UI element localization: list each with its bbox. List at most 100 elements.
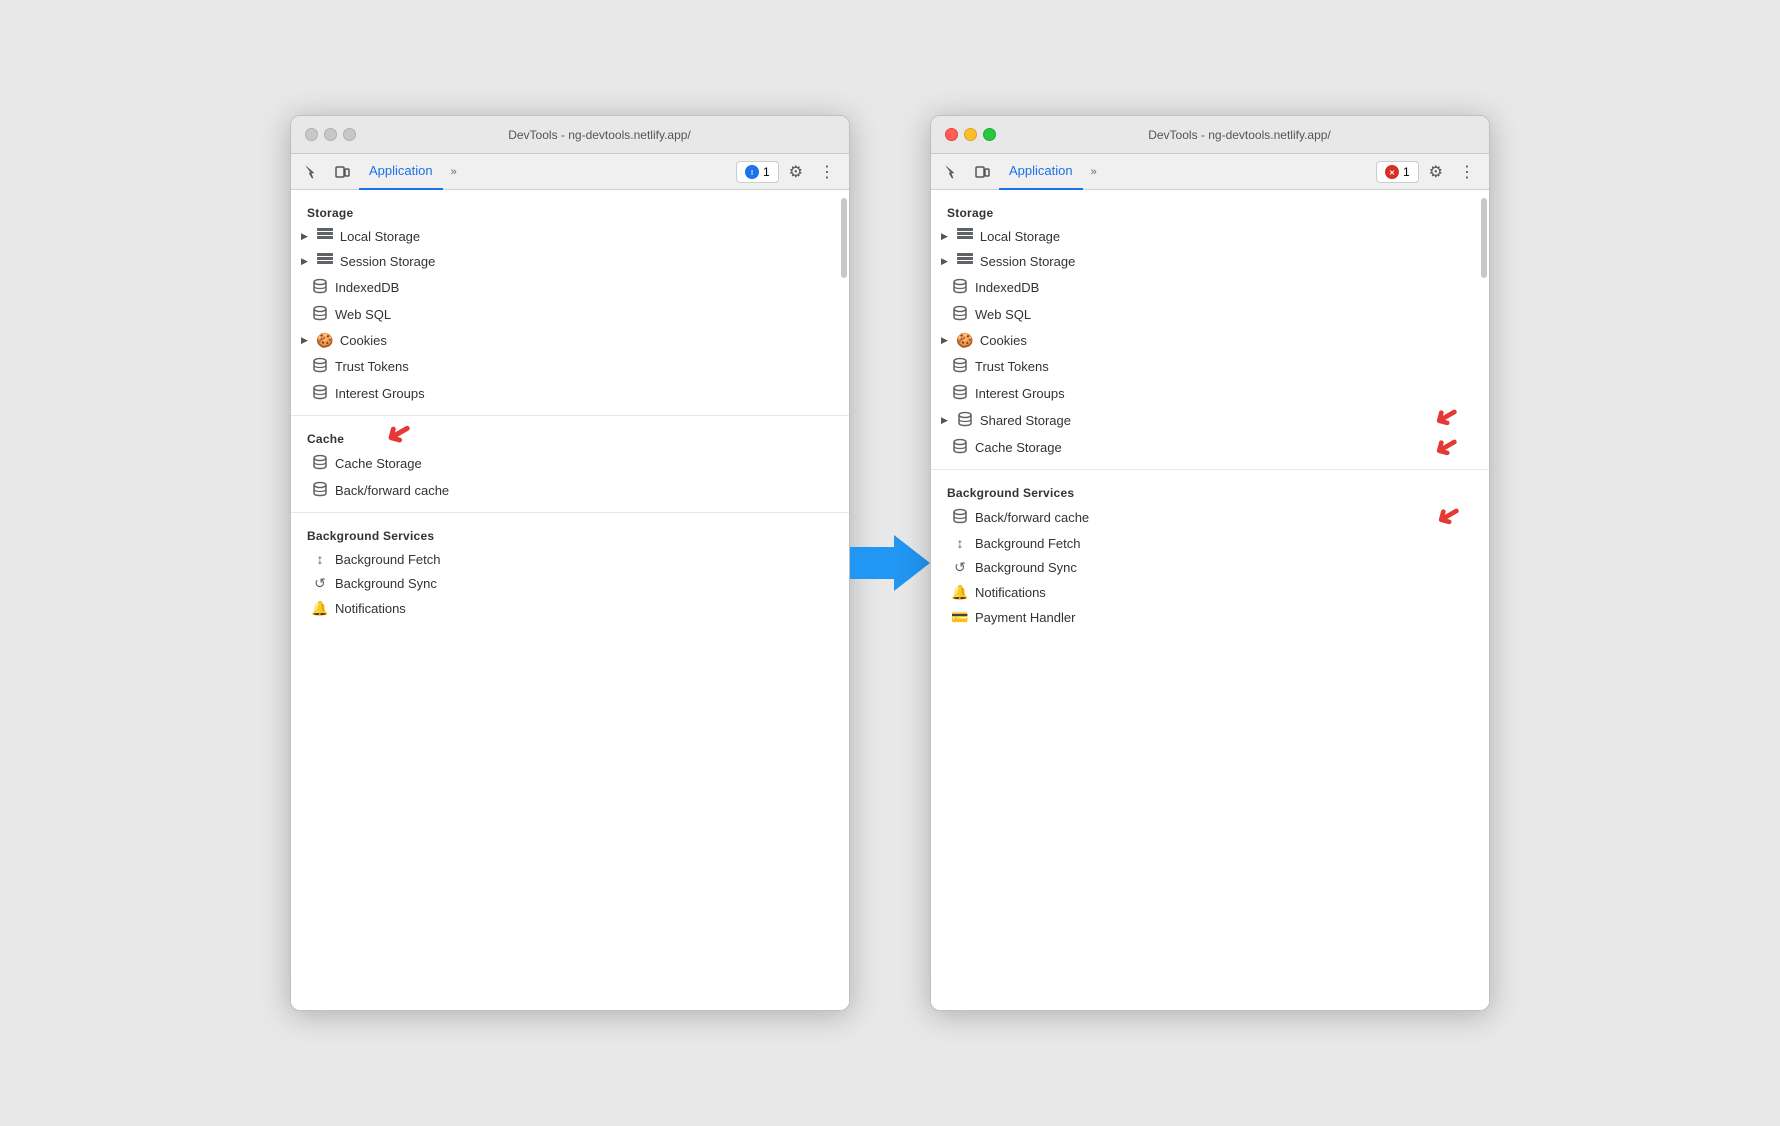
right-bg-fetch-item[interactable]: ↕ Background Fetch — [931, 531, 1489, 555]
right-bg-sync-icon: ↺ — [951, 559, 969, 576]
right-payment-handler-item[interactable]: 💳 Payment Handler — [931, 605, 1489, 630]
right-application-tab[interactable]: Application — [999, 154, 1083, 190]
right-maximize-button[interactable] — [983, 128, 996, 141]
left-session-storage-label: Session Storage — [340, 254, 435, 269]
right-notifications-icon: 🔔 — [951, 584, 969, 601]
left-indexeddb-icon — [311, 278, 329, 297]
left-bg-fetch-item[interactable]: ↕ Background Fetch — [291, 547, 849, 571]
right-backforward-cache-item[interactable]: Back/forward cache — [931, 504, 1489, 531]
left-scrollbar[interactable] — [841, 198, 847, 278]
right-minimize-button[interactable] — [964, 128, 977, 141]
left-interest-groups-item[interactable]: Interest Groups — [291, 380, 849, 407]
left-cookies-item[interactable]: ▶ 🍪 Cookies — [291, 328, 849, 353]
right-more-menu-icon[interactable]: ⋮ — [1453, 158, 1481, 186]
left-more-tabs-icon[interactable]: » — [447, 162, 461, 182]
left-websql-icon — [311, 305, 329, 324]
right-devtools-window: DevTools - ng-devtools.netlify.app/ Appl… — [930, 115, 1490, 1011]
right-scrollbar[interactable] — [1481, 198, 1487, 278]
left-local-storage-item[interactable]: ▶ Local Storage — [291, 224, 849, 249]
right-cache-storage-label: Cache Storage — [975, 440, 1062, 455]
left-badge-count: 1 — [763, 165, 770, 179]
right-sidebar: Storage ▶ Local Storage ▶ Session Storag… — [931, 190, 1489, 638]
left-panel-content: Storage ▶ Local Storage ▶ Session Storag… — [291, 190, 849, 1010]
right-interest-groups-label: Interest Groups — [975, 386, 1065, 401]
right-websql-item[interactable]: Web SQL — [931, 301, 1489, 328]
left-bg-fetch-label: Background Fetch — [335, 552, 441, 567]
right-close-button[interactable] — [945, 128, 958, 141]
blue-arrow-head — [894, 535, 930, 591]
left-trust-tokens-item[interactable]: Trust Tokens — [291, 353, 849, 380]
svg-text:!: ! — [751, 170, 753, 177]
left-session-storage-item[interactable]: ▶ Session Storage — [291, 249, 849, 274]
right-indexeddb-item[interactable]: IndexedDB — [931, 274, 1489, 301]
left-minimize-button[interactable] — [324, 128, 337, 141]
right-trust-tokens-label: Trust Tokens — [975, 359, 1049, 374]
right-cache-storage-icon — [951, 438, 969, 457]
left-issues-badge[interactable]: ! 1 — [736, 161, 779, 183]
left-notifications-icon: 🔔 — [311, 600, 329, 617]
left-settings-icon[interactable]: ⚙ — [783, 158, 809, 186]
right-panel-content: Storage ▶ Local Storage ▶ Session Storag… — [931, 190, 1489, 1010]
left-cache-storage-item[interactable]: Cache Storage — [291, 450, 849, 477]
right-interest-groups-icon — [951, 384, 969, 403]
right-session-storage-arrow: ▶ — [941, 256, 948, 267]
left-divider-2 — [291, 512, 849, 513]
right-interest-groups-item[interactable]: Interest Groups — [931, 380, 1489, 407]
right-cookies-icon: 🍪 — [956, 332, 974, 349]
right-session-storage-label: Session Storage — [980, 254, 1075, 269]
right-divider-1 — [931, 469, 1489, 470]
right-shared-storage-label: Shared Storage — [980, 413, 1071, 428]
right-local-storage-item[interactable]: ▶ Local Storage — [931, 224, 1489, 249]
left-bg-sync-item[interactable]: ↺ Background Sync — [291, 571, 849, 596]
right-indexeddb-label: IndexedDB — [975, 280, 1039, 295]
left-sidebar: Storage ▶ Local Storage ▶ Session Storag… — [291, 190, 849, 629]
left-cookies-icon: 🍪 — [316, 332, 334, 349]
left-title-bar: DevTools - ng-devtools.netlify.app/ — [291, 116, 849, 154]
right-title: DevTools - ng-devtools.netlify.app/ — [1004, 128, 1475, 142]
right-badge-icon: ✕ — [1385, 165, 1399, 179]
left-indexeddb-item[interactable]: IndexedDB — [291, 274, 849, 301]
left-bg-fetch-icon: ↕ — [311, 551, 329, 567]
right-cookies-item[interactable]: ▶ 🍪 Cookies — [931, 328, 1489, 353]
left-device-icon[interactable] — [329, 159, 355, 185]
right-inspect-icon[interactable] — [939, 159, 965, 185]
left-notifications-item[interactable]: 🔔 Notifications — [291, 596, 849, 621]
left-inspect-icon[interactable] — [299, 159, 325, 185]
right-badge-count: 1 — [1403, 165, 1410, 179]
right-device-icon[interactable] — [969, 159, 995, 185]
left-title: DevTools - ng-devtools.netlify.app/ — [364, 128, 835, 142]
left-more-menu-icon[interactable]: ⋮ — [813, 158, 841, 186]
right-more-tabs-icon[interactable]: » — [1087, 162, 1101, 182]
right-notifications-item[interactable]: 🔔 Notifications — [931, 580, 1489, 605]
blue-arrow-shape — [850, 535, 930, 591]
right-issues-badge[interactable]: ✕ 1 — [1376, 161, 1419, 183]
left-maximize-button[interactable] — [343, 128, 356, 141]
left-backforward-cache-item[interactable]: Back/forward cache — [291, 477, 849, 504]
left-cookies-arrow: ▶ — [301, 335, 308, 346]
right-bg-sync-item[interactable]: ↺ Background Sync — [931, 555, 1489, 580]
svg-text:✕: ✕ — [1389, 170, 1395, 177]
left-toolbar: Application » ! 1 ⚙ ⋮ — [291, 154, 849, 190]
right-cache-storage-item[interactable]: Cache Storage — [931, 434, 1489, 461]
right-trust-tokens-item[interactable]: Trust Tokens — [931, 353, 1489, 380]
left-cookies-label: Cookies — [340, 333, 387, 348]
left-websql-item[interactable]: Web SQL — [291, 301, 849, 328]
right-backforward-cache-icon — [951, 508, 969, 527]
left-cache-storage-icon — [311, 454, 329, 473]
right-settings-icon[interactable]: ⚙ — [1423, 158, 1449, 186]
left-websql-label: Web SQL — [335, 307, 391, 322]
right-payment-handler-icon: 💳 — [951, 609, 969, 626]
left-local-storage-icon — [316, 228, 334, 245]
left-trust-tokens-label: Trust Tokens — [335, 359, 409, 374]
right-backforward-cache-label: Back/forward cache — [975, 510, 1089, 525]
left-close-button[interactable] — [305, 128, 318, 141]
right-session-storage-item[interactable]: ▶ Session Storage — [931, 249, 1489, 274]
left-storage-header: Storage — [291, 198, 849, 224]
left-application-tab[interactable]: Application — [359, 154, 443, 190]
left-bg-sync-label: Background Sync — [335, 576, 437, 591]
right-backforward-row: Back/forward cache ➜ — [931, 504, 1489, 531]
left-local-storage-label: Local Storage — [340, 229, 420, 244]
right-bg-header: Background Services — [931, 478, 1489, 504]
right-title-bar: DevTools - ng-devtools.netlify.app/ — [931, 116, 1489, 154]
right-shared-storage-item[interactable]: ▶ Shared Storage — [931, 407, 1489, 434]
